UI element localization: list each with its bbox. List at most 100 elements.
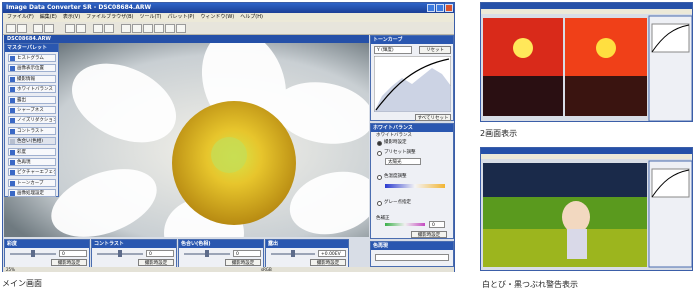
wb-option-label: グレー点指定 <box>384 200 411 205</box>
adjust-reset-button[interactable]: 撮影時設定 <box>138 259 174 266</box>
palette-item[interactable]: トーンカーブ <box>8 178 56 187</box>
window-title: Image Data Converter SR - DSC08684.ARW <box>6 4 152 11</box>
palette-item[interactable]: 色再現 <box>8 158 56 166</box>
menu-item[interactable]: ファイル(F) <box>7 13 34 22</box>
palette-check-icon[interactable] <box>10 149 15 155</box>
palette-check-icon[interactable] <box>10 97 15 103</box>
print-icon[interactable] <box>33 24 43 33</box>
adjust-slider-thumb[interactable] <box>205 250 209 257</box>
wb-apply-button[interactable]: 撮影時設定 <box>411 231 447 238</box>
rotate-icon[interactable] <box>165 24 175 33</box>
warning-icon[interactable] <box>176 24 186 33</box>
dual-view-icon[interactable] <box>104 24 114 33</box>
adjust-reset-button[interactable]: 撮影時設定 <box>310 259 346 266</box>
palette-check-icon[interactable] <box>10 139 15 145</box>
adjust-panel-title: コントラスト <box>92 240 176 248</box>
caption-main: メイン画面 <box>2 279 42 288</box>
wb-radio[interactable] <box>377 201 382 206</box>
color-space-title: 色再現 <box>371 242 453 250</box>
status-color-space: sRGB <box>261 267 272 272</box>
palette-item-label: ノイズリダクション <box>17 118 56 124</box>
tone-curve-graph[interactable] <box>374 56 451 112</box>
reset-all-button[interactable]: すべてリセット <box>415 114 451 121</box>
menu-item[interactable]: ウィンドウ(W) <box>200 13 234 22</box>
color-space-select[interactable] <box>375 254 449 261</box>
palette-check-icon[interactable] <box>10 118 15 124</box>
palette-item[interactable]: ピクチャーエフェクト <box>8 168 56 177</box>
adjust-value-field[interactable]: +0.00EV <box>318 250 346 257</box>
adjust-slider-thumb[interactable] <box>118 250 122 257</box>
maximize-button[interactable] <box>436 4 444 12</box>
palette-item[interactable]: コントラスト <box>8 126 56 135</box>
channel-select[interactable]: Y (輝度) <box>374 46 412 54</box>
browser-icon[interactable] <box>44 24 54 33</box>
palette-item[interactable]: ヒストグラム <box>8 54 56 62</box>
adjust-panel: 露出 +0.00EV 撮影時設定 <box>265 239 349 269</box>
palette-item-label: 撮影情報 <box>17 76 35 82</box>
palette-check-icon[interactable] <box>10 76 15 82</box>
palette-check-icon[interactable] <box>10 128 15 134</box>
zoom-in-icon[interactable] <box>121 24 131 33</box>
zoom-tool-icon[interactable] <box>76 24 86 33</box>
sunset-photos <box>481 14 692 121</box>
open-icon[interactable] <box>6 24 16 33</box>
palette-item[interactable]: 撮影情報 <box>8 74 56 83</box>
menu-item[interactable]: ファイルブラウザ(B) <box>86 13 133 22</box>
minimize-button[interactable] <box>427 4 435 12</box>
adjust-reset-button[interactable]: 撮影時設定 <box>51 259 87 266</box>
white-balance-title: ホワイトバランス <box>371 124 453 132</box>
wb-radio[interactable] <box>377 175 382 180</box>
main-window: Image Data Converter SR - DSC08684.ARW フ… <box>2 2 455 272</box>
wb-radio[interactable] <box>377 151 382 156</box>
palette-check-icon[interactable] <box>10 170 15 176</box>
menu-item[interactable]: 編集(E) <box>40 13 57 22</box>
zoom-level[interactable]: 25% <box>6 267 15 272</box>
palette-check-icon[interactable] <box>10 66 15 72</box>
adjust-slider-thumb[interactable] <box>31 250 35 257</box>
menu-item[interactable]: ツール(T) <box>140 13 162 22</box>
save-icon[interactable] <box>17 24 27 33</box>
single-view-icon[interactable] <box>93 24 103 33</box>
zoom-out-icon[interactable] <box>132 24 142 33</box>
status-bar: 25% sRGB <box>3 267 454 272</box>
palette-item[interactable]: ホワイトバランス <box>8 85 56 94</box>
menu-bar: ファイル(F) 編集(E) 表示(V) ファイルブラウザ(B) ツール(T) パレット(P… <box>3 13 454 22</box>
palette-check-icon[interactable] <box>10 180 15 186</box>
adjust-slider-thumb[interactable] <box>291 250 295 257</box>
palette-item[interactable]: 露出 <box>8 95 56 104</box>
palette-item[interactable]: 画像表示位置 <box>8 64 56 73</box>
wb-option-label: 色温度調整 <box>384 174 407 179</box>
menu-item[interactable]: パレット(P) <box>167 13 194 22</box>
palette-item-label: コントラスト <box>17 128 44 134</box>
palette-item-label: ホワイトバランス <box>17 87 53 93</box>
palette-check-icon[interactable] <box>10 56 15 61</box>
adjust-value-field[interactable]: 0 <box>233 250 261 257</box>
close-button[interactable] <box>445 4 453 12</box>
wb-radio[interactable] <box>377 141 382 146</box>
palette-item[interactable]: 色合い(色相) <box>8 137 56 146</box>
adjust-value-field[interactable]: 0 <box>59 250 87 257</box>
palette-item[interactable]: 画像処理設定 <box>8 189 56 198</box>
palette-check-icon[interactable] <box>10 108 15 113</box>
palette-item[interactable]: ノイズリダクション <box>8 116 56 125</box>
preset-select[interactable]: 太陽光 <box>385 158 421 165</box>
adjust-reset-button[interactable]: 撮影時設定 <box>225 259 261 266</box>
menu-item[interactable]: ヘルプ(H) <box>240 13 263 22</box>
hand-tool-icon[interactable] <box>65 24 75 33</box>
palette-check-icon[interactable] <box>10 87 15 93</box>
color-filter-bar <box>385 223 425 226</box>
fit-window-icon[interactable] <box>143 24 153 33</box>
white-balance-panel: ホワイトバランス ホワイトバランス 撮影時設定 プリセット調整 色温度調整 グレー点指… <box>370 123 454 239</box>
reset-button[interactable]: リセット <box>419 46 451 54</box>
adjust-panel-title: 彩度 <box>5 240 89 248</box>
caption-two-screen: 2画面表示 <box>480 129 518 138</box>
color-filter-field[interactable]: 0 <box>429 221 445 228</box>
actual-size-icon[interactable] <box>154 24 164 33</box>
adjust-value-field[interactable]: 0 <box>146 250 174 257</box>
palette-check-icon[interactable] <box>10 191 15 197</box>
palette-item[interactable]: シャープネス <box>8 106 56 114</box>
palette-item[interactable]: 彩度 <box>8 147 56 156</box>
palette-item-label: 色再現 <box>17 160 31 165</box>
menu-item[interactable]: 表示(V) <box>63 13 80 22</box>
palette-check-icon[interactable] <box>10 160 15 165</box>
